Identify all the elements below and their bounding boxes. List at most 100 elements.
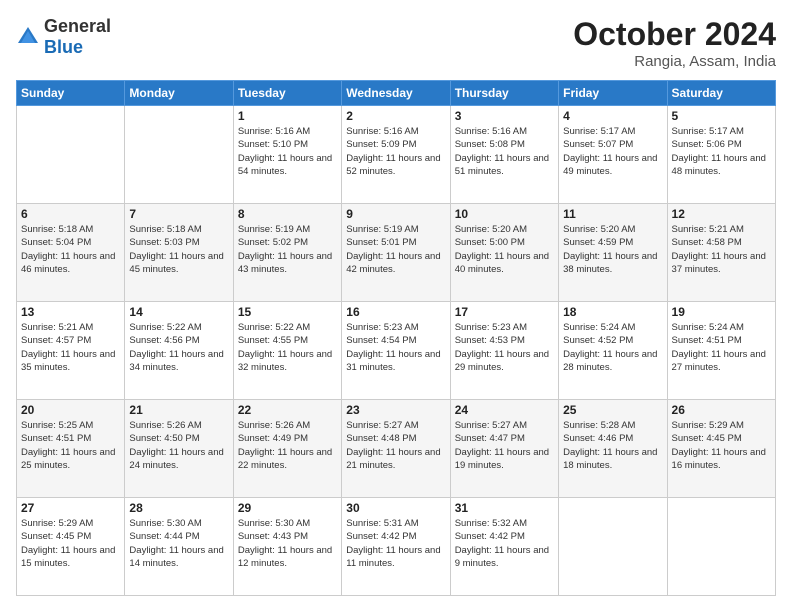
weekday-header-sunday: Sunday — [17, 81, 125, 106]
day-info: Sunrise: 5:16 AMSunset: 5:08 PMDaylight:… — [455, 125, 554, 178]
calendar-cell: 24 Sunrise: 5:27 AMSunset: 4:47 PMDayligh… — [450, 400, 558, 498]
calendar-cell: 21 Sunrise: 5:26 AMSunset: 4:50 PMDayligh… — [125, 400, 233, 498]
calendar-cell: 1Sunrise: 5:16 AMSunset: 5:10 PMDaylight… — [233, 106, 341, 204]
calendar-cell: 12 Sunrise: 5:21 AMSunset: 4:58 PMDayligh… — [667, 204, 775, 302]
calendar-cell: 22 Sunrise: 5:26 AMSunset: 4:49 PMDayligh… — [233, 400, 341, 498]
day-number: 18 — [563, 305, 662, 319]
calendar-cell: 26 Sunrise: 5:29 AMSunset: 4:45 PMDayligh… — [667, 400, 775, 498]
title-block: October 2024 Rangia, Assam, India — [573, 16, 776, 70]
location-subtitle: Rangia, Assam, India — [573, 53, 776, 70]
calendar-cell: 7Sunrise: 5:18 AMSunset: 5:03 PMDaylight… — [125, 204, 233, 302]
month-year-title: October 2024 — [573, 16, 776, 53]
logo-general: General — [44, 16, 111, 36]
day-number: 7 — [129, 207, 228, 221]
calendar-week-3: 13 Sunrise: 5:21 AMSunset: 4:57 PMDayligh… — [17, 302, 776, 400]
day-info: Sunrise: 5:16 AMSunset: 5:09 PMDaylight:… — [346, 125, 445, 178]
calendar-cell: 8 Sunrise: 5:19 AMSunset: 5:02 PMDaylight… — [233, 204, 341, 302]
calendar-cell: 3 Sunrise: 5:16 AMSunset: 5:08 PMDaylight… — [450, 106, 558, 204]
day-number: 19 — [672, 305, 771, 319]
weekday-header-friday: Friday — [559, 81, 667, 106]
logo-icon — [16, 25, 40, 49]
day-info: Sunrise: 5:30 AMSunset: 4:43 PMDaylight:… — [238, 517, 337, 570]
day-number: 15 — [238, 305, 337, 319]
header: General Blue October 2024 Rangia, Assam,… — [16, 16, 776, 70]
day-number: 3 — [455, 109, 554, 123]
calendar-cell: 4 Sunrise: 5:17 AMSunset: 5:07 PMDaylight… — [559, 106, 667, 204]
calendar-cell: 2Sunrise: 5:16 AMSunset: 5:09 PMDaylight… — [342, 106, 450, 204]
day-number: 8 — [238, 207, 337, 221]
calendar-cell — [667, 498, 775, 596]
day-number: 4 — [563, 109, 662, 123]
calendar-cell: 30Sunrise: 5:31 AMSunset: 4:42 PMDayligh… — [342, 498, 450, 596]
weekday-header-row: SundayMondayTuesdayWednesdayThursdayFrid… — [17, 81, 776, 106]
calendar-cell: 31Sunrise: 5:32 AMSunset: 4:42 PMDayligh… — [450, 498, 558, 596]
day-number: 22 — [238, 403, 337, 417]
day-number: 6 — [21, 207, 120, 221]
day-info: Sunrise: 5:23 AMSunset: 4:54 PMDaylight:… — [346, 321, 445, 374]
calendar-cell: 9Sunrise: 5:19 AMSunset: 5:01 PMDaylight… — [342, 204, 450, 302]
day-info: Sunrise: 5:29 AMSunset: 4:45 PMDaylight:… — [672, 419, 771, 472]
logo-text: General Blue — [44, 16, 111, 58]
day-info: Sunrise: 5:18 AMSunset: 5:04 PMDaylight:… — [21, 223, 120, 276]
day-info: Sunrise: 5:24 AMSunset: 4:52 PMDaylight:… — [563, 321, 662, 374]
weekday-header-saturday: Saturday — [667, 81, 775, 106]
day-info: Sunrise: 5:27 AMSunset: 4:48 PMDaylight:… — [346, 419, 445, 472]
day-info: Sunrise: 5:21 AMSunset: 4:58 PMDaylight:… — [672, 223, 771, 276]
calendar-cell: 16Sunrise: 5:23 AMSunset: 4:54 PMDayligh… — [342, 302, 450, 400]
calendar-week-2: 6 Sunrise: 5:18 AMSunset: 5:04 PMDaylight… — [17, 204, 776, 302]
calendar-cell: 23Sunrise: 5:27 AMSunset: 4:48 PMDayligh… — [342, 400, 450, 498]
calendar-cell: 17Sunrise: 5:23 AMSunset: 4:53 PMDayligh… — [450, 302, 558, 400]
day-number: 12 — [672, 207, 771, 221]
day-number: 13 — [21, 305, 120, 319]
calendar-cell: 28 Sunrise: 5:30 AMSunset: 4:44 PMDayligh… — [125, 498, 233, 596]
day-info: Sunrise: 5:20 AMSunset: 4:59 PMDaylight:… — [563, 223, 662, 276]
calendar-cell — [559, 498, 667, 596]
day-number: 11 — [563, 207, 662, 221]
weekday-header-thursday: Thursday — [450, 81, 558, 106]
day-info: Sunrise: 5:21 AMSunset: 4:57 PMDaylight:… — [21, 321, 120, 374]
day-number: 29 — [238, 501, 337, 515]
day-number: 25 — [563, 403, 662, 417]
day-info: Sunrise: 5:25 AMSunset: 4:51 PMDaylight:… — [21, 419, 120, 472]
day-info: Sunrise: 5:26 AMSunset: 4:49 PMDaylight:… — [238, 419, 337, 472]
calendar-week-4: 20Sunrise: 5:25 AMSunset: 4:51 PMDayligh… — [17, 400, 776, 498]
day-info: Sunrise: 5:28 AMSunset: 4:46 PMDaylight:… — [563, 419, 662, 472]
calendar-cell: 5Sunrise: 5:17 AMSunset: 5:06 PMDaylight… — [667, 106, 775, 204]
page: General Blue October 2024 Rangia, Assam,… — [0, 0, 792, 612]
day-info: Sunrise: 5:20 AMSunset: 5:00 PMDaylight:… — [455, 223, 554, 276]
calendar-cell — [17, 106, 125, 204]
calendar-cell: 18 Sunrise: 5:24 AMSunset: 4:52 PMDayligh… — [559, 302, 667, 400]
calendar-cell: 11 Sunrise: 5:20 AMSunset: 4:59 PMDayligh… — [559, 204, 667, 302]
day-info: Sunrise: 5:26 AMSunset: 4:50 PMDaylight:… — [129, 419, 228, 472]
logo: General Blue — [16, 16, 111, 58]
weekday-header-wednesday: Wednesday — [342, 81, 450, 106]
day-info: Sunrise: 5:23 AMSunset: 4:53 PMDaylight:… — [455, 321, 554, 374]
calendar-cell — [125, 106, 233, 204]
day-info: Sunrise: 5:22 AMSunset: 4:55 PMDaylight:… — [238, 321, 337, 374]
calendar-cell: 29 Sunrise: 5:30 AMSunset: 4:43 PMDayligh… — [233, 498, 341, 596]
day-info: Sunrise: 5:30 AMSunset: 4:44 PMDaylight:… — [129, 517, 228, 570]
day-info: Sunrise: 5:22 AMSunset: 4:56 PMDaylight:… — [129, 321, 228, 374]
calendar-cell: 10 Sunrise: 5:20 AMSunset: 5:00 PMDayligh… — [450, 204, 558, 302]
day-number: 26 — [672, 403, 771, 417]
day-info: Sunrise: 5:16 AMSunset: 5:10 PMDaylight:… — [238, 125, 337, 178]
day-number: 21 — [129, 403, 228, 417]
day-number: 10 — [455, 207, 554, 221]
calendar-table: SundayMondayTuesdayWednesdayThursdayFrid… — [16, 80, 776, 596]
calendar-cell: 14 Sunrise: 5:22 AMSunset: 4:56 PMDayligh… — [125, 302, 233, 400]
day-info: Sunrise: 5:17 AMSunset: 5:07 PMDaylight:… — [563, 125, 662, 178]
day-number: 31 — [455, 501, 554, 515]
day-number: 27 — [21, 501, 120, 515]
calendar-week-1: 1Sunrise: 5:16 AMSunset: 5:10 PMDaylight… — [17, 106, 776, 204]
day-info: Sunrise: 5:27 AMSunset: 4:47 PMDaylight:… — [455, 419, 554, 472]
calendar-cell: 20Sunrise: 5:25 AMSunset: 4:51 PMDayligh… — [17, 400, 125, 498]
calendar-cell: 6 Sunrise: 5:18 AMSunset: 5:04 PMDaylight… — [17, 204, 125, 302]
day-number: 30 — [346, 501, 445, 515]
day-number: 28 — [129, 501, 228, 515]
day-number: 24 — [455, 403, 554, 417]
day-number: 14 — [129, 305, 228, 319]
day-number: 5 — [672, 109, 771, 123]
day-info: Sunrise: 5:19 AMSunset: 5:02 PMDaylight:… — [238, 223, 337, 276]
calendar-cell: 25 Sunrise: 5:28 AMSunset: 4:46 PMDayligh… — [559, 400, 667, 498]
calendar-cell: 15 Sunrise: 5:22 AMSunset: 4:55 PMDayligh… — [233, 302, 341, 400]
